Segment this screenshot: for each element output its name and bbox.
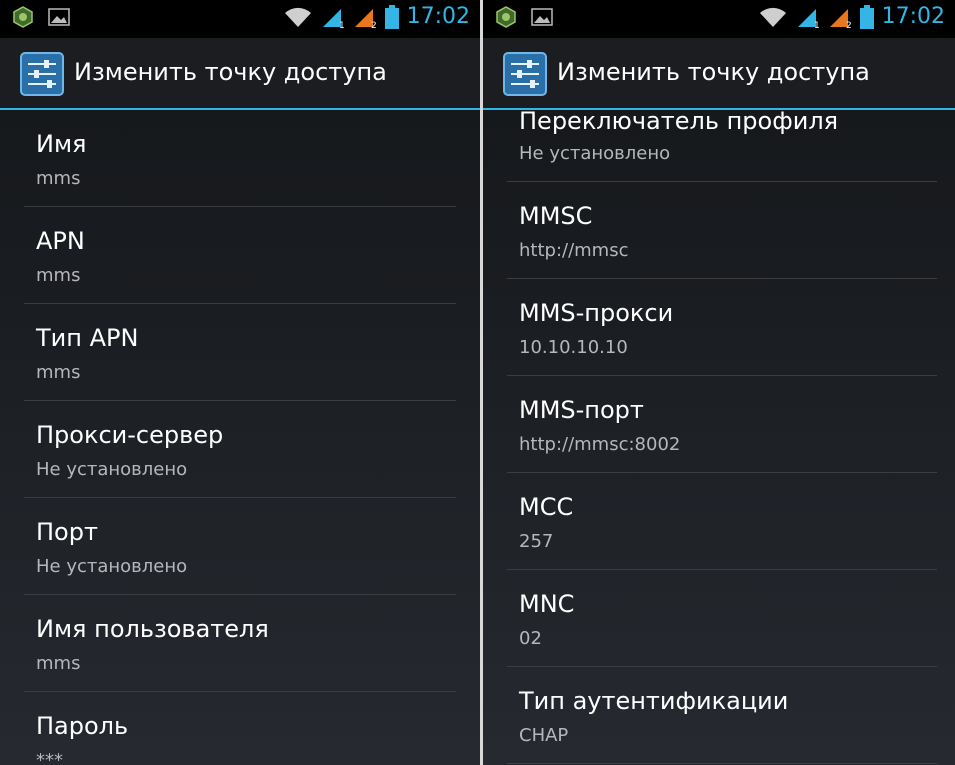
pref-value: mms xyxy=(36,168,81,189)
pref-value: Не установлено xyxy=(36,459,188,480)
svg-text:2: 2 xyxy=(846,21,852,29)
pref-value: mms xyxy=(36,653,81,674)
pref-item-auth-type[interactable]: Тип аутентификации CHAP xyxy=(507,667,937,764)
pref-value: 02 xyxy=(519,628,542,649)
status-bar: 1 2 17:02 xyxy=(483,0,955,38)
pref-value: http://mmsc xyxy=(519,240,629,261)
picture-icon xyxy=(531,8,553,26)
settings-sliders-icon[interactable] xyxy=(20,52,64,96)
wifi-icon xyxy=(284,7,311,27)
settings-sliders-icon[interactable] xyxy=(503,52,547,96)
pref-label: Тип аутентификации xyxy=(519,687,789,715)
pref-item-mms-port[interactable]: MMS-порт http://mmsc:8002 xyxy=(507,376,937,473)
action-bar: Изменить точку доступа xyxy=(0,38,480,110)
picture-icon xyxy=(48,8,70,26)
pref-label: Порт xyxy=(36,518,98,546)
pref-label: Пароль xyxy=(36,712,129,740)
svg-text:1: 1 xyxy=(814,21,820,29)
signal-sim2-icon: 2 xyxy=(354,8,377,29)
pref-item-username[interactable]: Имя пользователя mms xyxy=(24,595,456,692)
pref-value: 10.10.10.10 xyxy=(519,337,628,358)
pref-value: Не установлено xyxy=(36,556,188,577)
pref-item-mmsc[interactable]: MMSC http://mmsc xyxy=(507,182,937,279)
pref-label: MMS-порт xyxy=(519,396,644,424)
pref-value: CHAP xyxy=(519,725,569,746)
svg-text:2: 2 xyxy=(371,21,377,29)
signal-sim2-icon: 2 xyxy=(829,8,852,29)
page-title: Изменить точку доступа xyxy=(557,58,870,86)
pref-label: Имя xyxy=(36,130,87,158)
pref-item-password[interactable]: Пароль *** xyxy=(24,692,456,765)
screen-left: 1 2 17:02 Изменить точку доступа Имя mms… xyxy=(0,0,480,765)
pref-item-proxy[interactable]: Прокси-сервер Не установлено xyxy=(24,401,456,498)
pref-value: mms xyxy=(36,362,81,383)
page-title: Изменить точку доступа xyxy=(74,58,387,86)
action-bar: Изменить точку доступа xyxy=(483,38,955,110)
signal-sim1-icon: 1 xyxy=(322,8,345,29)
pref-item-apn[interactable]: APN mms xyxy=(24,207,456,304)
pref-label: Переключатель профиля xyxy=(519,107,839,135)
android-app-icon xyxy=(13,6,33,28)
pref-value: http://mmsc:8002 xyxy=(519,434,681,455)
svg-text:1: 1 xyxy=(339,21,345,29)
pref-label: MMSC xyxy=(519,202,593,230)
pref-value: 257 xyxy=(519,531,554,552)
status-bar: 1 2 17:02 xyxy=(0,0,480,38)
pref-item-mnc[interactable]: MNC 02 xyxy=(507,570,937,667)
pref-label: MNC xyxy=(519,590,575,618)
status-time: 17:02 xyxy=(406,4,470,29)
wifi-icon xyxy=(759,7,786,27)
pref-label: MMS-прокси xyxy=(519,299,674,327)
pref-label: Прокси-сервер xyxy=(36,421,224,449)
android-app-icon xyxy=(496,6,516,28)
pref-label: Имя пользователя xyxy=(36,615,269,643)
pref-value: Не установлено xyxy=(519,143,671,164)
apn-settings-list: Переключатель профиля Не установлено MMS… xyxy=(507,97,937,764)
pref-label: MCC xyxy=(519,493,574,521)
pref-item-name[interactable]: Имя mms xyxy=(24,110,456,207)
pref-value: mms xyxy=(36,265,81,286)
battery-icon xyxy=(859,4,874,29)
battery-icon xyxy=(384,4,399,29)
pref-item-port[interactable]: Порт Не установлено xyxy=(24,498,456,595)
pref-item-apn-type[interactable]: Тип APN mms xyxy=(24,304,456,401)
apn-settings-list: Имя mms APN mms Тип APN mms Прокси-серве… xyxy=(24,110,456,765)
pref-label: Тип APN xyxy=(36,324,139,352)
pref-label: APN xyxy=(36,227,85,255)
screen-right: Переключатель профиля Не установлено MMS… xyxy=(483,0,955,765)
status-time: 17:02 xyxy=(881,4,945,29)
pref-item-mcc[interactable]: MCC 257 xyxy=(507,473,937,570)
pref-value: *** xyxy=(36,750,63,765)
signal-sim1-icon: 1 xyxy=(797,8,820,29)
pref-item-mms-proxy[interactable]: MMS-прокси 10.10.10.10 xyxy=(507,279,937,376)
